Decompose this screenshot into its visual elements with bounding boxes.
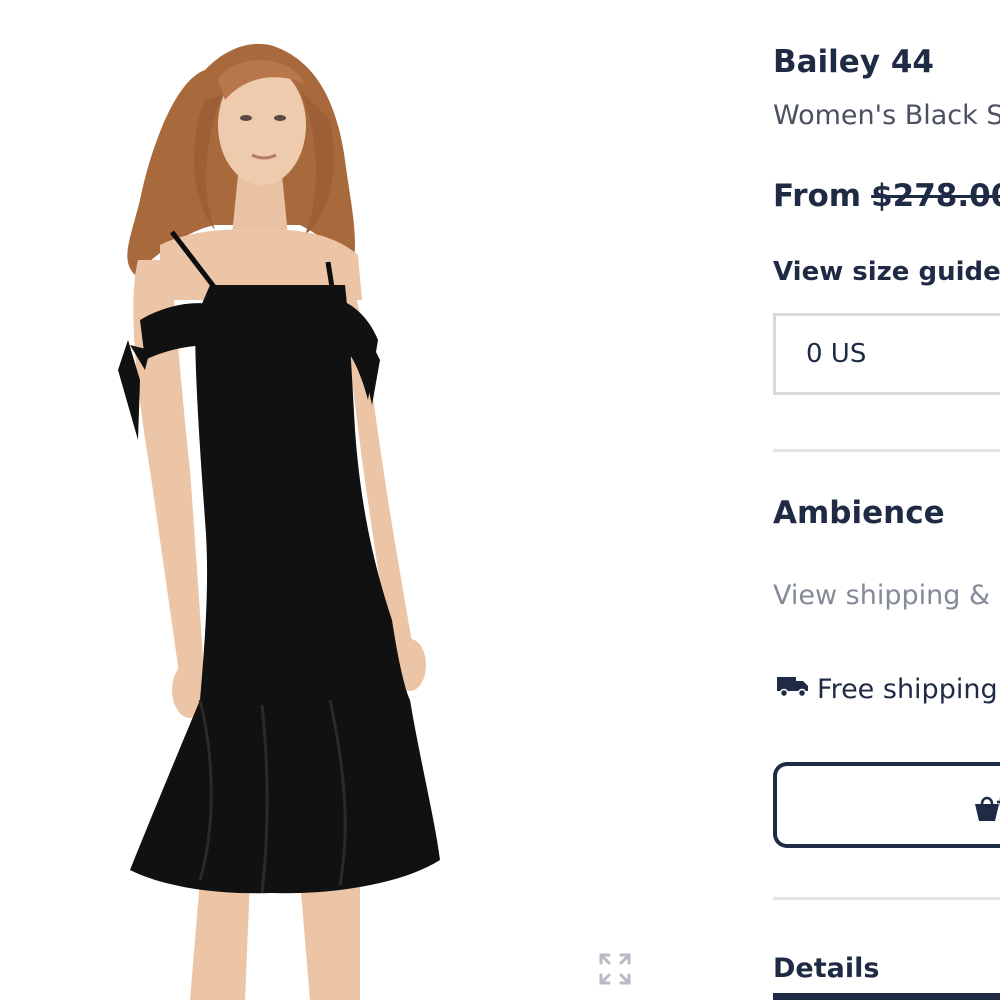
truck-icon	[777, 676, 808, 697]
expand-arrows-icon[interactable]	[598, 952, 632, 986]
brand-name[interactable]: Bailey 44	[773, 44, 934, 80]
product-title: Women's Black Sc	[773, 100, 1000, 131]
tab-details[interactable]: Details	[773, 953, 879, 984]
price: From $278.00	[773, 178, 1000, 214]
divider	[773, 897, 1000, 900]
product-image[interactable]	[0, 0, 660, 1000]
price-prefix: From	[773, 178, 862, 214]
divider	[773, 449, 1000, 452]
free-shipping-note: Free shipping v	[777, 674, 1000, 705]
color-name: Ambience	[773, 495, 945, 531]
add-to-bag-button[interactable]	[773, 762, 1000, 848]
selected-size: 0 US	[806, 339, 867, 369]
original-price: $278.00	[871, 178, 1000, 214]
active-tab-indicator	[773, 993, 1000, 1000]
size-guide-link[interactable]: View size guide	[773, 257, 1000, 287]
size-select[interactable]: 0 US	[773, 313, 1000, 395]
add-to-bag-icon	[975, 796, 1000, 821]
product-info-panel: Bailey 44 Women's Black Sc From $278.00 V…	[773, 0, 1000, 1000]
product-page: Bailey 44 Women's Black Sc From $278.00 V…	[0, 0, 1000, 1000]
free-shipping-text: Free shipping v	[817, 674, 1000, 705]
model-photo	[118, 43, 440, 1000]
shipping-returns-link[interactable]: View shipping & r	[773, 580, 1000, 611]
